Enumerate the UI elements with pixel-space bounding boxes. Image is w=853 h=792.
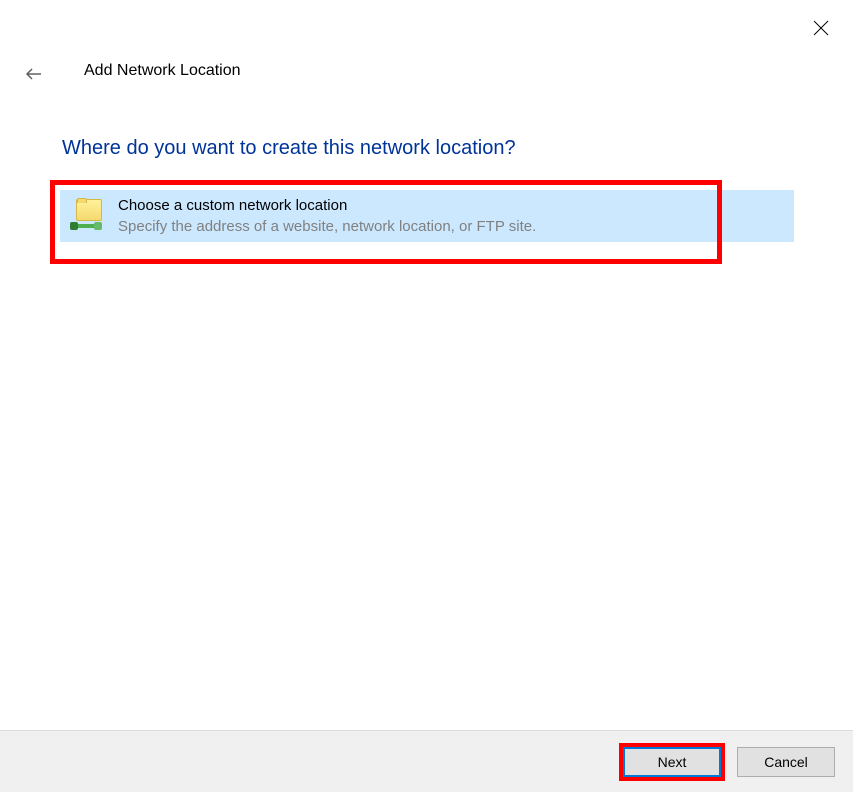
next-button[interactable]: Next (623, 747, 721, 777)
cancel-button[interactable]: Cancel (737, 747, 835, 777)
highlight-box-next: Next (619, 743, 725, 781)
back-button[interactable] (22, 62, 46, 86)
close-icon (813, 20, 829, 36)
close-button[interactable] (811, 18, 831, 38)
highlight-box-option (50, 180, 722, 264)
footer-bar: Next Cancel (0, 730, 853, 792)
page-heading: Where do you want to create this network… (62, 137, 516, 160)
back-arrow-icon (24, 64, 44, 84)
wizard-title: Add Network Location (84, 62, 241, 80)
